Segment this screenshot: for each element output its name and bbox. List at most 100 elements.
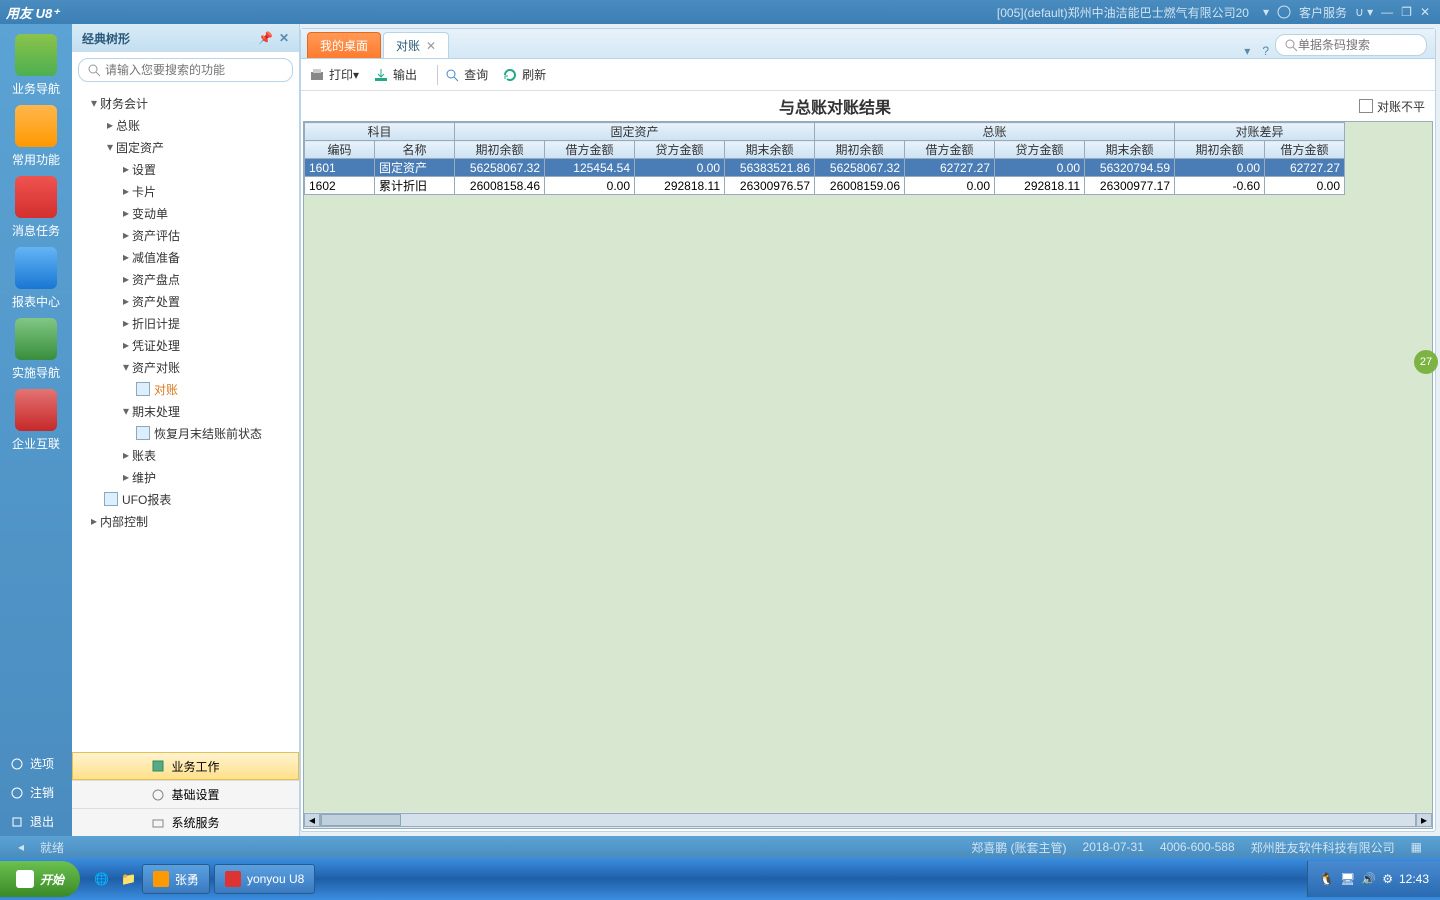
left-nav: 业务导航 常用功能 消息任务 报表中心 实施导航 企业互联 选项 注销 退出 [0,24,72,836]
scroll-track[interactable] [320,813,1416,827]
th-difference: 对账差异 [1175,123,1345,141]
tree-restore[interactable]: 恢复月末结账前状态 [72,422,299,444]
clock[interactable]: 12:43 [1399,872,1429,886]
table-row[interactable]: 1601固定资产 56258067.32125454.540.005638352… [305,159,1345,177]
u-menu-button[interactable]: ∪ ▾ [1355,5,1373,19]
notification-badge[interactable]: 27 [1414,350,1438,374]
tree-inventory[interactable]: ▸资产盘点 [72,268,299,290]
foot-basic[interactable]: 基础设置 [72,780,299,808]
tray-icon[interactable]: 🐧 [1319,872,1334,886]
barcode-search-input[interactable] [1298,38,1418,52]
nav-messages[interactable]: 消息任务 [6,176,66,239]
dropdown-icon[interactable]: ▾ [353,68,359,82]
task-qq[interactable]: 张勇 [142,864,210,894]
tree-depreciation[interactable]: ▸折旧计提 [72,312,299,334]
table-row[interactable]: 1602累计折旧 26008158.460.00292818.112630097… [305,177,1345,195]
tree-gl[interactable]: ▸总账 [72,114,299,136]
task-u8[interactable]: yonyou U8 [214,864,315,894]
status-qr-icon[interactable]: ▦ [1411,840,1422,854]
statusbar: ◂ 就绪 郑喜鹏 (账套主管) 2018-07-31 4006-600-588 … [0,836,1440,858]
tree-internal-control[interactable]: ▸内部控制 [72,510,299,532]
checkbox-icon [1359,99,1373,113]
th-credit2: 贷方金额 [995,141,1085,159]
foot-business[interactable]: 业务工作 [72,752,299,780]
tab-desktop[interactable]: 我的桌面 [307,32,381,58]
tree-change[interactable]: ▸变动单 [72,202,299,224]
th-end-bal2: 期末余额 [1085,141,1175,159]
tree-impair[interactable]: ▸减值准备 [72,246,299,268]
tree-maintain[interactable]: ▸维护 [72,466,299,488]
reconcile-table: 科目 固定资产 总账 对账差异 编码 名称 期初余额 借方金额 贷方金额 期末余… [304,122,1345,195]
horizontal-scrollbar[interactable]: ◂ ▸ [304,812,1432,828]
minimize-button[interactable]: — [1381,5,1393,19]
unbalanced-checkbox[interactable]: 对账不平 [1359,98,1425,115]
file-icon [136,382,150,396]
tab-close-icon[interactable]: ✕ [426,39,436,53]
logout-button[interactable]: 注销 [0,778,72,807]
tab-dropdown-icon[interactable]: ▾ [1244,44,1250,58]
nav-business[interactable]: 业务导航 [6,34,66,97]
th-begin-bal2: 期初余额 [815,141,905,159]
sidebar-close-icon[interactable]: ✕ [279,31,289,45]
th-begin-bal: 期初余额 [455,141,545,159]
status-phone: 4006-600-588 [1160,840,1235,854]
tree-period-end[interactable]: ▾期末处理 [72,400,299,422]
titlebar: 用友 U8⁺ [005](default)郑州中油洁能巴士燃气有限公司20 ▾ … [0,0,1440,24]
sidebar: 经典树形 📌 ✕ ▾财务会计 ▸总账 ▾固定资产 ▸设置 ▸卡片 ▸变动单 ▸资… [72,24,300,836]
nav-common[interactable]: 常用功能 [6,105,66,168]
barcode-search[interactable] [1275,34,1427,56]
sidebar-footer: 业务工作 基础设置 系统服务 [72,752,299,836]
foot-system[interactable]: 系统服务 [72,808,299,836]
options-button[interactable]: 选项 [0,749,72,778]
print-button[interactable]: 打印 ▾ [309,66,359,83]
tree-finance[interactable]: ▾财务会计 [72,92,299,114]
status-user: 郑喜鹏 (账套主管) [971,839,1066,856]
ie-icon[interactable]: 🌐 [94,872,109,886]
tree-reconcile-item[interactable]: 对账 [72,378,299,400]
service-icon[interactable] [1277,5,1291,20]
company-dropdown-icon[interactable]: ▾ [1263,5,1269,19]
tray-icon[interactable]: 🔊 [1361,872,1376,886]
close-button[interactable]: ✕ [1420,5,1430,19]
export-button[interactable]: 输出 [373,66,417,83]
scroll-thumb[interactable] [321,814,401,826]
scroll-right-icon[interactable]: ▸ [1416,813,1432,827]
maximize-button[interactable]: ❐ [1401,5,1412,19]
page-title: 与总账对账结果 [779,94,891,118]
tree-reconcile[interactable]: ▾资产对账 [72,356,299,378]
start-button[interactable]: 开始 [0,861,80,897]
nav-implement[interactable]: 实施导航 [6,318,66,381]
query-button[interactable]: 查询 [444,66,488,83]
windows-icon [16,870,34,888]
nav-reports[interactable]: 报表中心 [6,247,66,310]
search-icon [87,63,101,77]
scroll-left-icon[interactable]: ◂ [304,813,320,827]
tree-ufo[interactable]: UFO报表 [72,488,299,510]
status-arrow-icon[interactable]: ◂ [18,840,24,854]
th-debit3: 借方金额 [1265,141,1345,159]
tree-card[interactable]: ▸卡片 [72,180,299,202]
customer-service-button[interactable]: 客户服务 [1299,4,1347,21]
pin-icon[interactable]: 📌 [258,31,273,45]
explorer-icon[interactable]: 📁 [121,872,136,886]
tree-setup[interactable]: ▸设置 [72,158,299,180]
tray-icon[interactable]: 🖥 [1340,872,1355,886]
sidebar-title: 经典树形 [82,30,130,47]
tree-disposal[interactable]: ▸资产处置 [72,290,299,312]
toolbar: 打印 ▾ 输出 查询 刷新 [301,59,1435,91]
tree-evaluate[interactable]: ▸资产评估 [72,224,299,246]
nav-enterprise[interactable]: 企业互联 [6,389,66,452]
th-name: 名称 [375,141,455,159]
tree-voucher[interactable]: ▸凭证处理 [72,334,299,356]
tree-books[interactable]: ▸账表 [72,444,299,466]
sidebar-search-input[interactable] [105,63,284,77]
search-icon [1284,38,1298,52]
company-name: [005](default)郑州中油洁能巴士燃气有限公司20 [997,4,1249,21]
exit-button[interactable]: 退出 [0,807,72,836]
tab-reconcile[interactable]: 对账✕ [383,32,449,58]
tray-icon[interactable]: ⚙ [1382,872,1393,886]
sidebar-search[interactable] [78,58,293,82]
help-icon[interactable]: ? [1262,44,1269,58]
tree-fixed-assets[interactable]: ▾固定资产 [72,136,299,158]
refresh-button[interactable]: 刷新 [502,66,546,83]
